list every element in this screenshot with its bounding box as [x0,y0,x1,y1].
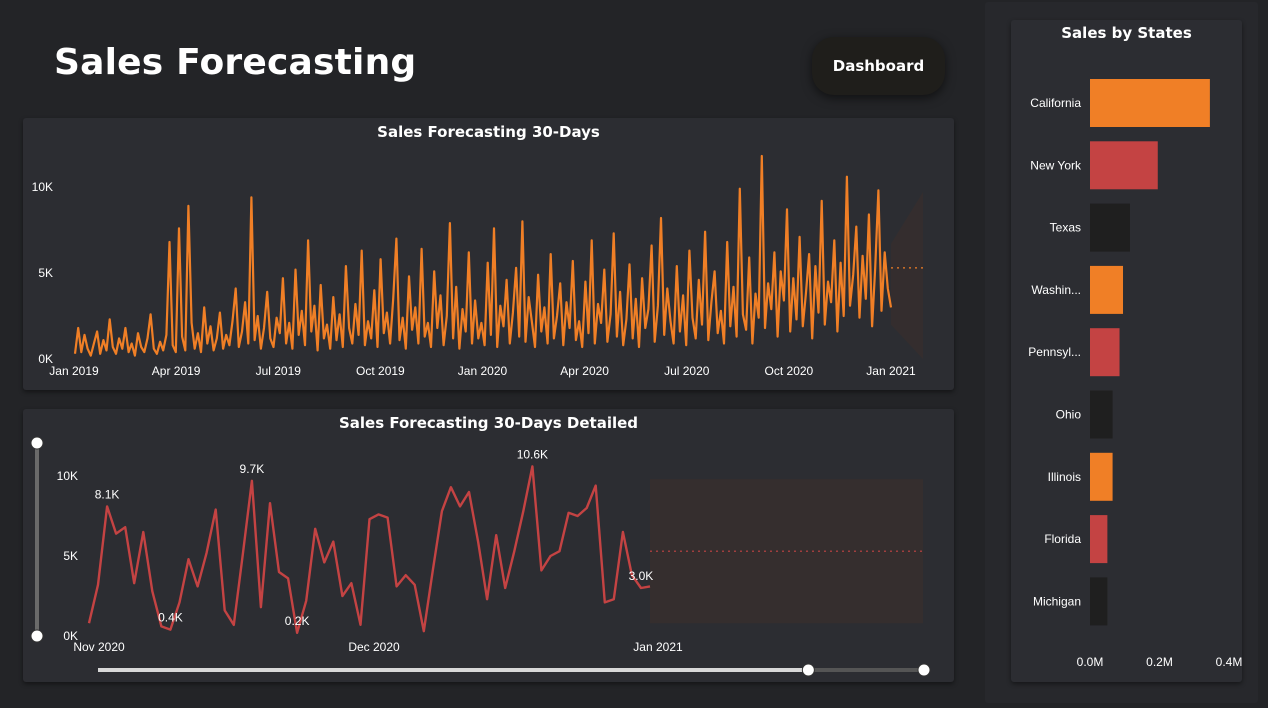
sales-by-states-chart[interactable]: California New York Texas Washin... Pennsyl.… [1011,20,1242,682]
data-label: 10.6K [517,447,548,461]
x-tick-label: Dec 2020 [348,640,400,654]
x-range-slider-handle-end[interactable] [917,663,931,677]
x-tick-label: Jul 2020 [664,364,710,378]
x-tick-label: Oct 2020 [765,364,814,378]
x-tick-label: 0.4M [1216,655,1242,669]
y-tick-label: 10K [57,469,78,483]
y-tick-label: 5K [63,549,78,563]
x-tick-label: 0.0M [1077,655,1104,669]
y-tick-label: 5K [38,266,53,280]
x-tick-label: Jul 2019 [256,364,302,378]
data-label: 8.1K [95,487,120,501]
y-tick-label: 10K [32,180,53,194]
data-label: 0.4K [158,611,183,625]
x-tick-label: Nov 2020 [73,640,125,654]
data-label: 0.2K [285,614,310,628]
x-range-slider-handle-start[interactable] [801,663,815,677]
sales-by-states-panel: Sales by States California New York Texas W… [1011,20,1242,682]
forecast-band [650,479,923,624]
sales-series-line [87,465,651,635]
state-label: Ohio [1056,408,1082,422]
dashboard-button[interactable]: Dashboard [812,37,945,95]
state-bar[interactable] [1090,515,1108,564]
x-tick-label: 0.2M [1146,655,1173,669]
state-bar[interactable] [1090,452,1113,501]
state-label: Washin... [1031,283,1081,297]
y-range-slider-handle-top[interactable] [30,436,44,450]
state-bar[interactable] [1090,79,1210,127]
forecast-30-days-panel: Sales Forecasting 30-Days 0K 5K 10K Jan 201… [23,118,954,390]
sales-series-line [73,154,893,357]
state-bar[interactable] [1090,265,1124,314]
forecast-30-days-chart[interactable]: 0K5K10KJan 2019 Apr 2019 Jul 2019 Oct 2019 J… [23,118,954,390]
x-tick-label: Apr 2019 [152,364,201,378]
y-range-slider-handle-bottom[interactable] [30,629,44,643]
x-tick-label: Oct 2019 [356,364,405,378]
page-title: Sales Forecasting [54,42,417,83]
x-tick-label: Apr 2020 [560,364,609,378]
forecast-detailed-chart[interactable]: 0K5K10KNov 2020 Dec 2020 Jan 20218.1K0.4K9… [23,409,954,682]
data-label: 3.0K [629,569,654,583]
state-label: Michigan [1033,594,1081,608]
forecast-detailed-panel: Sales Forecasting 30-Days Detailed 0K 5K 1… [23,409,954,682]
state-bar[interactable] [1090,328,1120,377]
state-label: California [1030,96,1081,110]
x-tick-label: Jan 2020 [458,364,508,378]
x-tick-label: Jan 2021 [633,640,683,654]
state-label: Illinois [1048,470,1081,484]
data-label: 9.7K [240,462,265,476]
state-label: New York [1030,158,1082,172]
forecast-band [891,192,923,359]
state-bar[interactable] [1090,141,1158,190]
state-label: Texas [1050,221,1081,235]
state-label: Pennsyl... [1028,345,1081,359]
x-tick-label: Jan 2021 [866,364,916,378]
x-tick-label: Jan 2019 [49,364,99,378]
state-bar[interactable] [1090,390,1113,439]
state-label: Florida [1044,532,1081,546]
state-bar[interactable] [1090,577,1108,626]
state-bar[interactable] [1090,203,1130,252]
